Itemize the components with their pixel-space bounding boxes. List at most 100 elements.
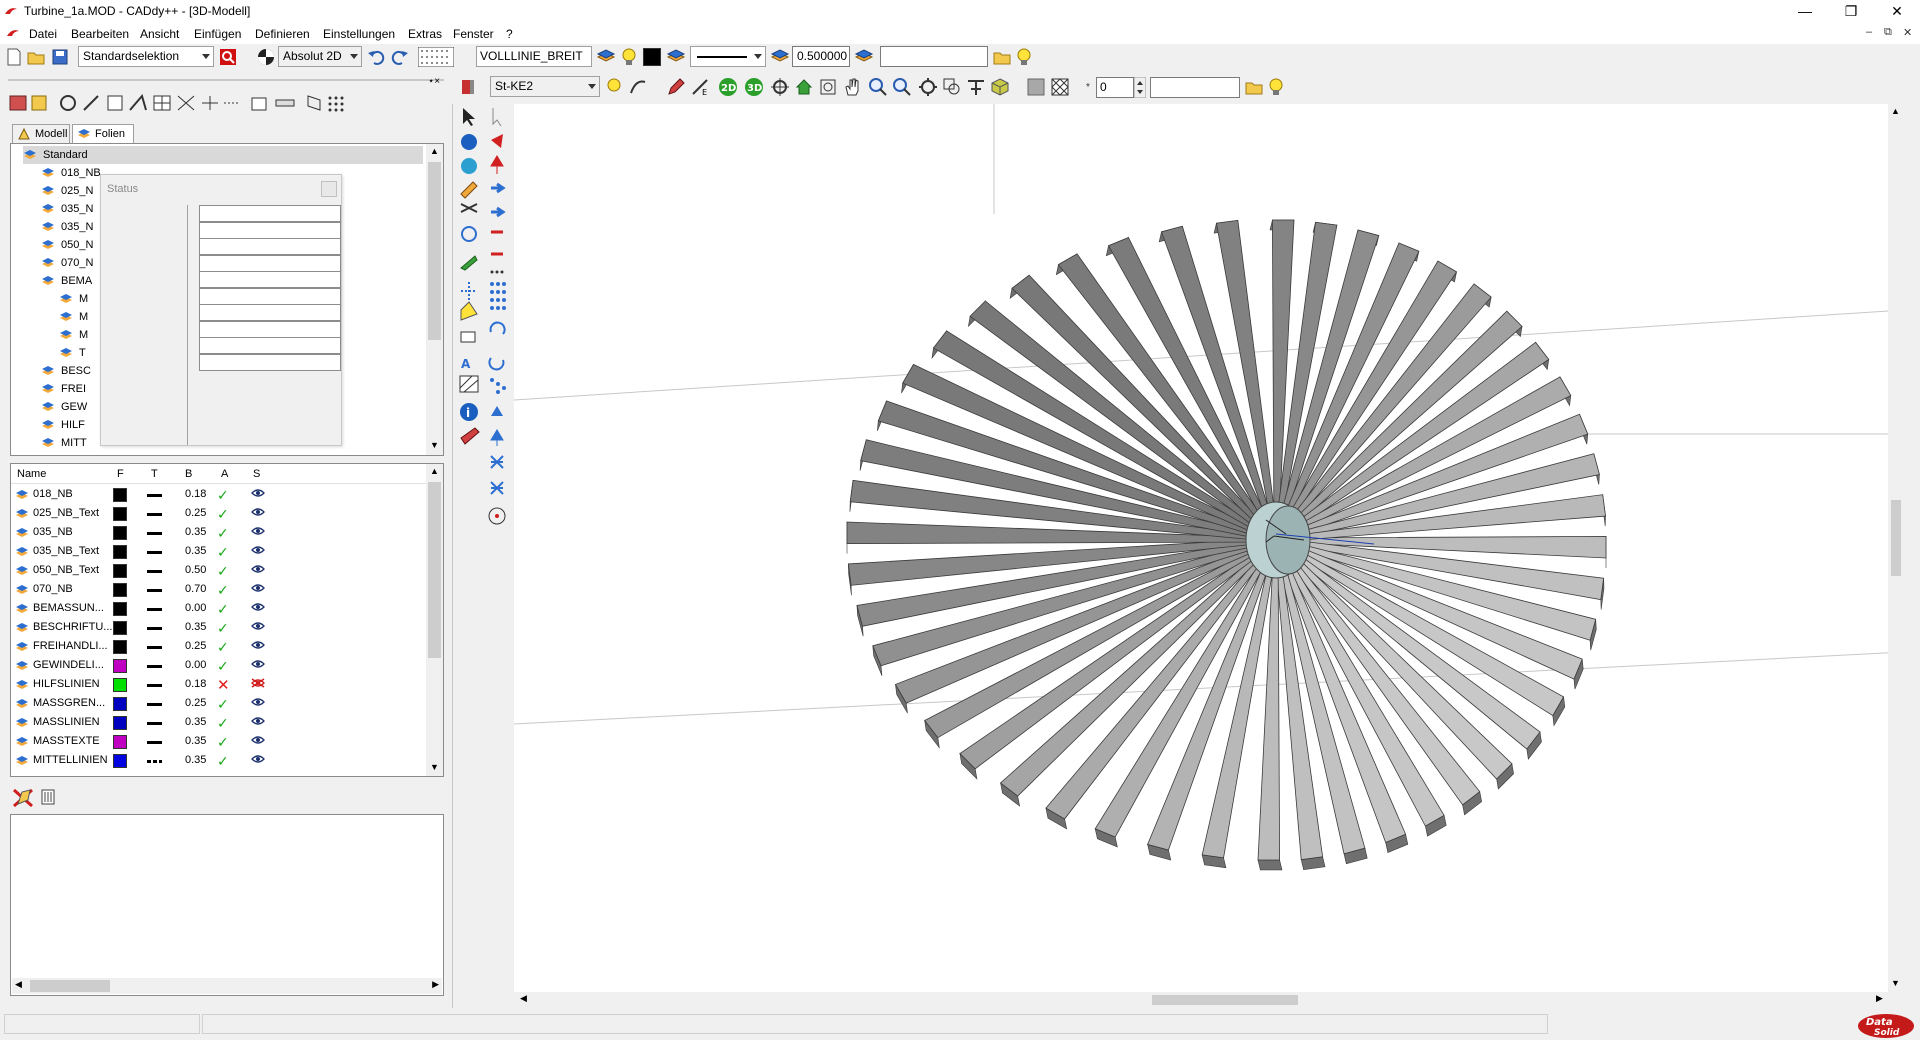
- layer-color-swatch[interactable]: [113, 640, 127, 654]
- table-tools[interactable]: [12, 786, 60, 808]
- minimize-button[interactable]: —: [1782, 0, 1828, 24]
- check-icon[interactable]: ✓: [217, 658, 229, 675]
- tool-icons[interactable]: A i: [457, 104, 513, 564]
- status-field[interactable]: [199, 304, 341, 321]
- status-field[interactable]: [199, 221, 341, 239]
- canvas-vscroll-thumb[interactable]: [1891, 500, 1901, 576]
- layer-color-swatch[interactable]: [113, 621, 127, 635]
- eye-icon[interactable]: [251, 564, 265, 574]
- canvas-vscrollbar[interactable]: ▲ ▼: [1888, 104, 1904, 992]
- canvas-hscrollbar[interactable]: ◀ ▶: [514, 992, 1904, 1008]
- turbine-model[interactable]: [513, 104, 1905, 992]
- layer-color-swatch[interactable]: [113, 659, 127, 673]
- menu-bearbeiten[interactable]: Bearbeiten: [71, 27, 129, 41]
- table-row[interactable]: 035_NB_Text 0.35 ✓: [13, 542, 433, 561]
- material-icon[interactable]: [458, 77, 478, 97]
- shading-cube-icon[interactable]: [990, 77, 1010, 97]
- zoom-out-icon[interactable]: [892, 77, 912, 97]
- layer-linetype[interactable]: [147, 703, 162, 706]
- layer-linetype[interactable]: [147, 608, 162, 611]
- scroll-down-icon[interactable]: ▼: [1891, 978, 1900, 988]
- eye-icon[interactable]: [251, 640, 265, 650]
- restore-button[interactable]: ❐: [1828, 0, 1874, 24]
- check-icon[interactable]: ✓: [217, 487, 229, 504]
- tab-modell[interactable]: Modell: [12, 124, 70, 143]
- layer-linetype[interactable]: [147, 722, 162, 725]
- eye-icon[interactable]: [251, 488, 265, 498]
- menu-extras[interactable]: Extras: [408, 27, 442, 41]
- status-field[interactable]: [199, 353, 341, 371]
- bulb-icon[interactable]: [1014, 47, 1034, 67]
- eye-icon[interactable]: [251, 716, 265, 726]
- cross-icon[interactable]: ✕: [217, 676, 230, 694]
- panel-pin-icon[interactable]: ⋆×: [428, 76, 440, 87]
- layer-color-swatch[interactable]: [113, 526, 127, 540]
- pencil-edit-icon[interactable]: [666, 77, 686, 97]
- layer-color-swatch[interactable]: [113, 735, 127, 749]
- zoom-previous-icon[interactable]: [942, 77, 962, 97]
- undo-icon[interactable]: [366, 47, 386, 67]
- table-row[interactable]: 050_NB_Text 0.50 ✓: [13, 561, 433, 580]
- table-scrollbar[interactable]: ▲ ▼: [426, 464, 443, 776]
- spinner-arrows-icon[interactable]: [1134, 77, 1146, 98]
- folder-layer-icon[interactable]: [992, 47, 1012, 67]
- scroll-up-icon[interactable]: ▲: [430, 146, 439, 156]
- menu-einfuegen[interactable]: Einfügen: [194, 27, 241, 41]
- col-type[interactable]: T: [151, 468, 158, 480]
- eye-icon[interactable]: [251, 507, 265, 517]
- menu-ansicht[interactable]: Ansicht: [140, 27, 179, 41]
- check-icon[interactable]: ✓: [217, 715, 229, 732]
- mdi-minimize-button[interactable]: –: [1866, 26, 1872, 38]
- viewport-3d[interactable]: ▲ ▼: [513, 104, 1905, 992]
- close-button[interactable]: ✕: [1874, 0, 1920, 24]
- view-2d-icon[interactable]: 2D: [718, 77, 738, 97]
- tree-scroll-thumb[interactable]: [428, 162, 441, 340]
- menu-fenster[interactable]: Fenster: [453, 27, 494, 41]
- check-icon[interactable]: ✓: [217, 753, 229, 770]
- tree-item[interactable]: Standard: [23, 146, 423, 164]
- mdi-restore-button[interactable]: ⧉: [1884, 26, 1892, 39]
- table-row[interactable]: BEMASSUN... 0.00 ✓: [13, 599, 433, 618]
- scroll-left-icon[interactable]: ◀: [520, 993, 527, 1004]
- status-field[interactable]: [199, 271, 341, 288]
- hatch-icon[interactable]: [1050, 77, 1070, 97]
- table-row[interactable]: GEWINDELI... 0.00 ✓: [13, 656, 433, 675]
- eye-icon[interactable]: [251, 526, 265, 536]
- check-icon[interactable]: ✓: [217, 525, 229, 542]
- status-field[interactable]: [199, 254, 341, 272]
- zoom-in-icon[interactable]: [868, 77, 888, 97]
- layer-props-icon[interactable]: [854, 47, 874, 67]
- view-3d-icon[interactable]: 3D: [744, 77, 764, 97]
- eye-icon[interactable]: [251, 697, 265, 707]
- menu-einstellungen[interactable]: Einstellungen: [323, 27, 395, 41]
- pan-hand-icon[interactable]: [842, 77, 862, 97]
- table-row[interactable]: 070_NB 0.70 ✓: [13, 580, 433, 599]
- layer-color-swatch[interactable]: [113, 583, 127, 597]
- status-field[interactable]: [199, 337, 341, 354]
- check-icon[interactable]: ✓: [217, 582, 229, 599]
- check-icon[interactable]: ✓: [217, 620, 229, 637]
- material-select[interactable]: St-KE2: [490, 76, 600, 97]
- check-icon[interactable]: ✓: [217, 506, 229, 523]
- layer-color-swatch[interactable]: [113, 754, 127, 768]
- toolbar1-extra-input[interactable]: [880, 46, 988, 67]
- check-icon[interactable]: ✓: [217, 639, 229, 656]
- layer-linetype[interactable]: [147, 760, 162, 763]
- table-row[interactable]: MITTELLINIEN 0.35 ✓: [13, 751, 433, 770]
- line-width-input[interactable]: 0.500000: [792, 46, 850, 67]
- layer-color-swatch[interactable]: [113, 697, 127, 711]
- eye-icon[interactable]: [251, 735, 265, 745]
- menu-help[interactable]: ?: [506, 27, 513, 41]
- eye-icon[interactable]: [251, 754, 265, 764]
- eye-icon[interactable]: [251, 602, 265, 612]
- check-icon[interactable]: ✓: [217, 734, 229, 751]
- layer-linetype[interactable]: [147, 551, 162, 554]
- check-icon[interactable]: ✓: [217, 696, 229, 713]
- layer-color-swatch[interactable]: [113, 545, 127, 559]
- layer-color-swatch[interactable]: [113, 716, 127, 730]
- layer-icon[interactable]: [666, 47, 686, 67]
- folder-layer-icon[interactable]: [1244, 77, 1264, 97]
- scroll-right-icon[interactable]: ▶: [432, 979, 439, 990]
- layer-linetype[interactable]: [147, 513, 162, 516]
- layer-linetype[interactable]: [147, 570, 162, 573]
